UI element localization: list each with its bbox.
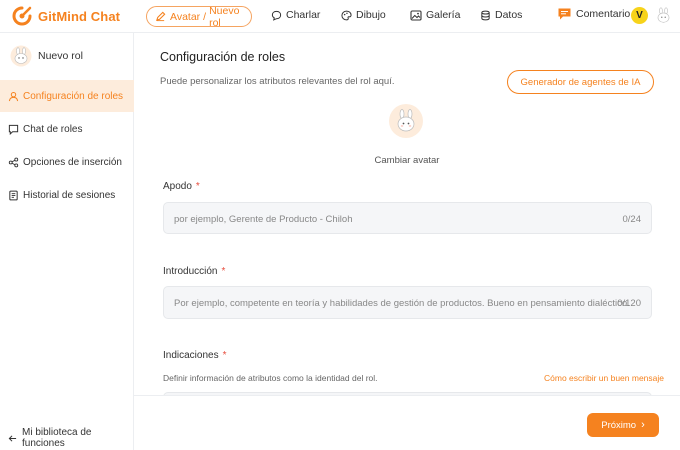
comment-button[interactable]: Comentario (557, 7, 630, 21)
nickname-label: Apodo * (163, 181, 200, 192)
required-mark: * (195, 181, 200, 192)
nav-item-label: Galería (426, 9, 461, 21)
ai-agent-generator-button[interactable]: Generador de agentes de IA (507, 70, 654, 94)
intro-label: Introducción * (163, 266, 225, 277)
arrow-left-icon (8, 434, 17, 443)
intro-textarea[interactable]: Por ejemplo, competente en teoría y habi… (163, 286, 652, 319)
nav-item-label: Charlar (286, 9, 321, 21)
chat-bubble-icon (271, 10, 282, 21)
page-subtitle: Puede personalizar los atributos relevan… (160, 76, 395, 87)
prompt-label-text: Indicaciones (163, 350, 219, 361)
share-icon (8, 157, 19, 168)
tab-separator: / (203, 10, 207, 23)
sidebar-item-label: Chat de roles (23, 123, 83, 135)
nickname-label-text: Apodo (163, 181, 192, 192)
intro-placeholder: Por ejemplo, competente en teoría y habi… (174, 298, 630, 309)
page-title: Configuración de roles (160, 50, 286, 64)
top-bar: GitMind Chat Avatar / Nuevo rol Charlar … (0, 0, 680, 33)
next-button-label: Próximo (601, 419, 637, 431)
nav-item-label: Dibujo (356, 9, 386, 21)
pen-icon (155, 11, 166, 22)
vip-badge[interactable]: V (631, 7, 648, 24)
nav-item-label: Datos (495, 9, 523, 21)
sidebar-item-insert-options[interactable]: Opciones de inserción (0, 146, 134, 178)
sidebar-item-role-chat[interactable]: Chat de roles (0, 113, 134, 145)
comment-icon (557, 7, 572, 21)
comment-label: Comentario (576, 8, 631, 20)
brand-name: GitMind Chat (38, 8, 121, 24)
user-avatar[interactable] (655, 7, 672, 24)
function-library-label: Mi biblioteca de funciones (22, 427, 92, 449)
sidebar: Nuevo rol Configuración de roles Chat de… (0, 33, 134, 450)
required-mark: * (222, 350, 227, 361)
brand-logo[interactable]: GitMind Chat (12, 6, 120, 26)
nav-item-charlar[interactable]: Charlar (271, 9, 320, 21)
next-button[interactable]: Próximo › (587, 413, 659, 437)
intro-char-count: 0/120 (617, 298, 641, 309)
chat-square-icon (8, 124, 19, 135)
bunny-avatar-icon (657, 7, 670, 23)
role-avatar-large[interactable] (389, 104, 423, 138)
sidebar-item-label: Historial de sesiones (23, 189, 116, 201)
document-icon (8, 190, 19, 201)
nickname-placeholder: por ejemplo, Gerente de Producto - Chilo… (174, 214, 353, 225)
change-avatar-link[interactable]: Cambiar avatar (134, 155, 680, 166)
footer-bar: Próximo › (134, 395, 680, 450)
sidebar-role-header: Nuevo rol (10, 45, 83, 67)
tab-avatar-label: Avatar (170, 10, 201, 23)
nav-item-datos[interactable]: Datos (480, 9, 522, 21)
gitmind-logo-icon (12, 6, 32, 26)
database-icon (480, 10, 491, 21)
prompt-help-link[interactable]: Cómo escribir un buen mensaje (544, 373, 664, 383)
palette-icon (341, 10, 352, 21)
intro-label-text: Introducción (163, 266, 218, 277)
sidebar-item-label: Configuración de roles (23, 90, 124, 102)
user-icon (8, 91, 19, 102)
image-icon (410, 9, 422, 21)
main-panel: Configuración de roles Puede personaliza… (134, 33, 680, 450)
prompt-hint: Definir información de atributos como la… (163, 373, 378, 383)
sidebar-role-name: Nuevo rol (38, 50, 83, 62)
nickname-input[interactable]: por ejemplo, Gerente de Producto - Chilo… (163, 202, 652, 234)
function-library-link[interactable]: Mi biblioteca de funciones (8, 427, 133, 449)
role-avatar (10, 45, 32, 67)
sidebar-item-label: Opciones de inserción (23, 156, 122, 168)
tab-new-role-label: Nuevo rol (209, 4, 240, 29)
sidebar-item-session-history[interactable]: Historial de sesiones (0, 179, 134, 211)
required-mark: * (221, 266, 226, 277)
sidebar-item-role-config[interactable]: Configuración de roles (0, 80, 134, 112)
nav-item-dibujo[interactable]: Dibujo (341, 9, 386, 21)
bunny-avatar-icon (397, 109, 415, 132)
prompt-label: Indicaciones * (163, 350, 227, 361)
nav-item-galeria[interactable]: Galería (410, 9, 460, 21)
nickname-char-count: 0/24 (622, 214, 642, 225)
tab-avatar-new-role[interactable]: Avatar / Nuevo rol (146, 4, 252, 29)
chevron-right-icon: › (641, 419, 645, 431)
